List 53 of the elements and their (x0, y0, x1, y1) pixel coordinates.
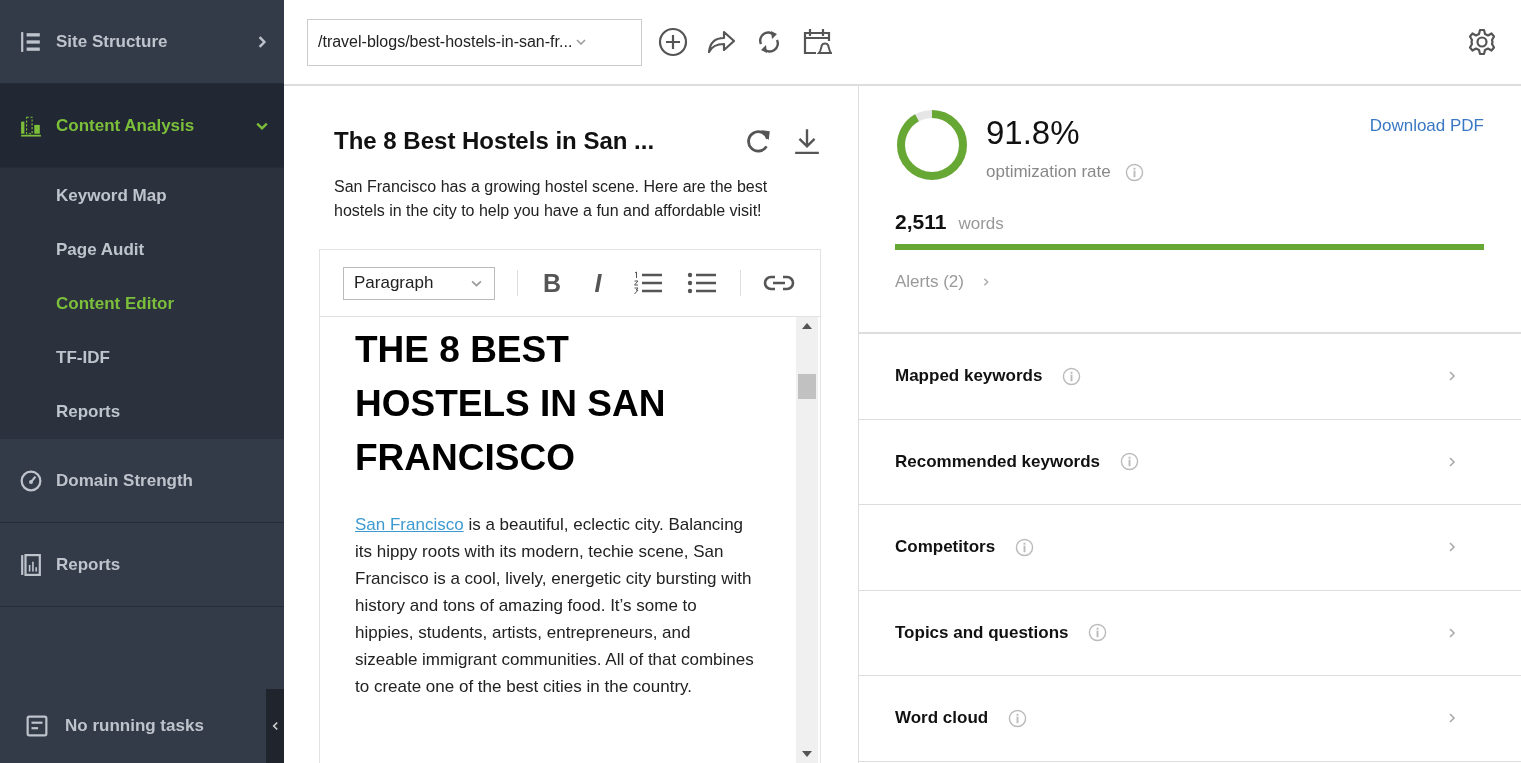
analysis-section[interactable]: Recommended keywords (859, 419, 1521, 505)
block-format-dropdown[interactable]: Paragraph (343, 266, 495, 300)
sidebar-subitem[interactable]: Reports (0, 385, 284, 439)
article-heading: THE 8 BEST HOSTELS IN SAN FRANCISCO (355, 328, 667, 480)
scroll-down-icon[interactable] (802, 751, 812, 757)
article-paragraph: San Francisco is a beautiful, eclectic city. Balancing its hippy roots with its modern, techie scene, San Francisco is a cool, lively, energetic city bursting with history and tons of amazing food. It’s some to hippies, students, artists, entrepreneurs, and sizeable immigrant communities. All of that combines to create one of the best cities in the country. (355, 514, 755, 698)
bold-button[interactable]: B (540, 268, 564, 298)
scrollbar-thumb[interactable] (798, 374, 816, 399)
chevron-right-icon (1447, 541, 1457, 554)
chevron-right-icon (256, 35, 268, 48)
page-title: The 8 Best Hostels in San ... (334, 127, 656, 155)
word-count: 2,511 (895, 210, 947, 234)
page-description: San Francisco has a growing hostel scene. Here are the best hostels in the city to help you have a fun and affordable visit! (334, 177, 769, 221)
scrollbar[interactable] (796, 317, 818, 763)
download-icon[interactable] (793, 127, 821, 155)
italic-button[interactable]: I (586, 268, 610, 298)
chevron-right-icon (1447, 712, 1457, 725)
chevron-right-icon (1447, 370, 1457, 383)
calendar-bell-icon[interactable] (802, 27, 832, 57)
sidebar-subitem[interactable]: Content Editor (0, 277, 284, 331)
document-icon (26, 715, 48, 737)
dropdown-caret-icon (471, 279, 482, 287)
scroll-up-icon[interactable] (802, 323, 812, 329)
sidebar-subitem[interactable]: Keyword Map (0, 169, 284, 223)
sidebar-item[interactable]: Content Analysis (0, 84, 284, 168)
sidebar-item[interactable]: Domain Strength (0, 439, 284, 523)
gauge-icon (20, 469, 42, 492)
analysis-section[interactable]: Word cloud (859, 676, 1521, 762)
list-icon (20, 30, 42, 53)
url-dropdown[interactable]: /travel-blogs/best-hostels-in-san-fr... (307, 18, 642, 66)
bullet-list-icon[interactable] (686, 271, 718, 295)
analysis-section[interactable]: Mapped keywords (859, 334, 1521, 420)
report-icon (20, 553, 42, 576)
sidebar-item[interactable]: Reports (0, 523, 284, 607)
add-icon[interactable] (658, 27, 688, 57)
chevron-left-icon (271, 721, 279, 731)
chevron-right-icon (981, 277, 990, 287)
bar-chart-icon (20, 114, 42, 137)
rate-label: optimization rate (986, 162, 1111, 182)
refresh-icon[interactable] (745, 127, 773, 155)
sidebar-subitem[interactable]: TF-IDF (0, 331, 284, 385)
download-pdf-link[interactable]: Download PDF (1369, 116, 1484, 136)
analysis-section[interactable]: Topics and questions (859, 590, 1521, 676)
dropdown-caret-icon (576, 39, 587, 45)
analysis-section[interactable]: Competitors (859, 505, 1521, 591)
rate-value: 91.8% (986, 114, 1081, 152)
status-text: No running tasks (65, 716, 205, 736)
settings-icon[interactable] (1467, 27, 1497, 57)
word-label: words (958, 214, 1004, 234)
chevron-right-icon (1447, 626, 1457, 639)
sidebar-subitem[interactable]: Page Audit (0, 223, 284, 277)
numbered-list-icon[interactable] (632, 271, 664, 295)
chevron-right-icon (1447, 455, 1457, 468)
